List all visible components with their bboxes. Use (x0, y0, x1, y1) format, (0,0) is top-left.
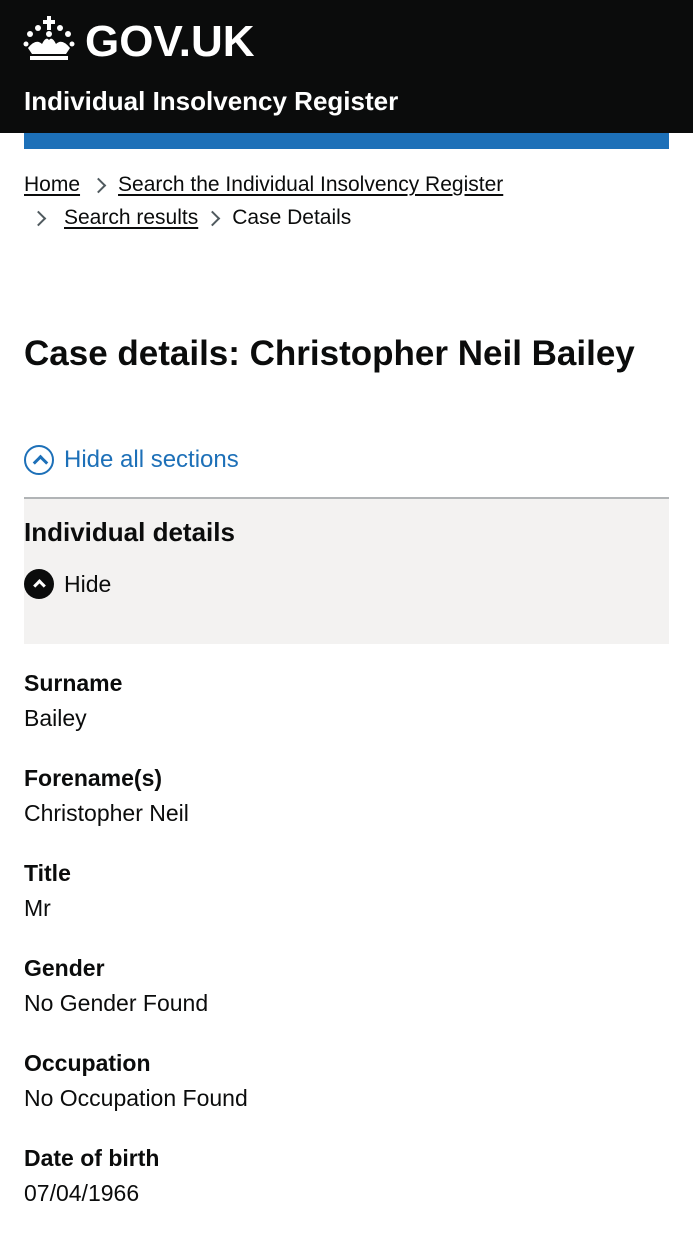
detail-label: Surname (24, 670, 123, 696)
gov-uk-brand[interactable]: GOV.UK (85, 16, 255, 68)
breadcrumb-search-register[interactable]: Search the Individual Insolvency Registe… (118, 168, 503, 201)
chevron-right-icon (90, 168, 112, 201)
chevron-right-icon (30, 201, 52, 234)
detail-title: Title Mr (24, 858, 669, 953)
service-name[interactable]: Individual Insolvency Register (24, 84, 398, 118)
hide-all-sections-button[interactable]: Hide all sections (24, 442, 239, 478)
detail-surname: Surname Bailey (24, 668, 669, 763)
detail-value: No Gender Found (24, 990, 209, 1016)
hide-all-sections-label: Hide all sections (64, 446, 239, 473)
individual-details-section-header[interactable]: Individual details Hide (24, 497, 669, 644)
detail-label: Forename(s) (24, 765, 163, 791)
detail-gender: Gender No Gender Found (24, 953, 669, 1048)
breadcrumb-current-page: Case Details (232, 206, 352, 229)
page-title: Case details: Christopher Neil Bailey (24, 334, 635, 373)
breadcrumb: Home Search the Individual Insolvency Re… (24, 168, 664, 234)
detail-occupation: Occupation No Occupation Found (24, 1048, 669, 1143)
section-title: Individual details (24, 517, 235, 547)
detail-forenames: Forename(s) Christopher Neil (24, 763, 669, 858)
header-accent-bar (24, 133, 669, 149)
individual-details-list: Surname Bailey Forename(s) Christopher N… (24, 668, 669, 1238)
detail-date-of-birth: Date of birth 07/04/1966 (24, 1143, 669, 1238)
detail-label: Date of birth (24, 1145, 160, 1171)
breadcrumb-search-results[interactable]: Search results (64, 201, 198, 234)
detail-value: 07/04/1966 (24, 1180, 140, 1206)
detail-value: No Occupation Found (24, 1085, 248, 1111)
detail-label: Occupation (24, 1050, 151, 1076)
chevron-right-icon (204, 201, 226, 234)
breadcrumb-home[interactable]: Home (24, 168, 80, 201)
detail-value: Mr (24, 895, 51, 921)
detail-label: Title (24, 860, 71, 886)
section-toggle-label: Hide (64, 570, 112, 597)
site-header: GOV.UK Individual Insolvency Register (0, 0, 693, 133)
crown-logo-icon[interactable] (22, 14, 76, 64)
chevron-up-circle-icon (24, 445, 54, 475)
chevron-up-filled-icon (24, 569, 54, 599)
detail-value: Bailey (24, 705, 87, 731)
detail-value: Christopher Neil (24, 800, 189, 826)
detail-label: Gender (24, 955, 105, 981)
section-hide-toggle[interactable]: Hide (24, 569, 111, 599)
